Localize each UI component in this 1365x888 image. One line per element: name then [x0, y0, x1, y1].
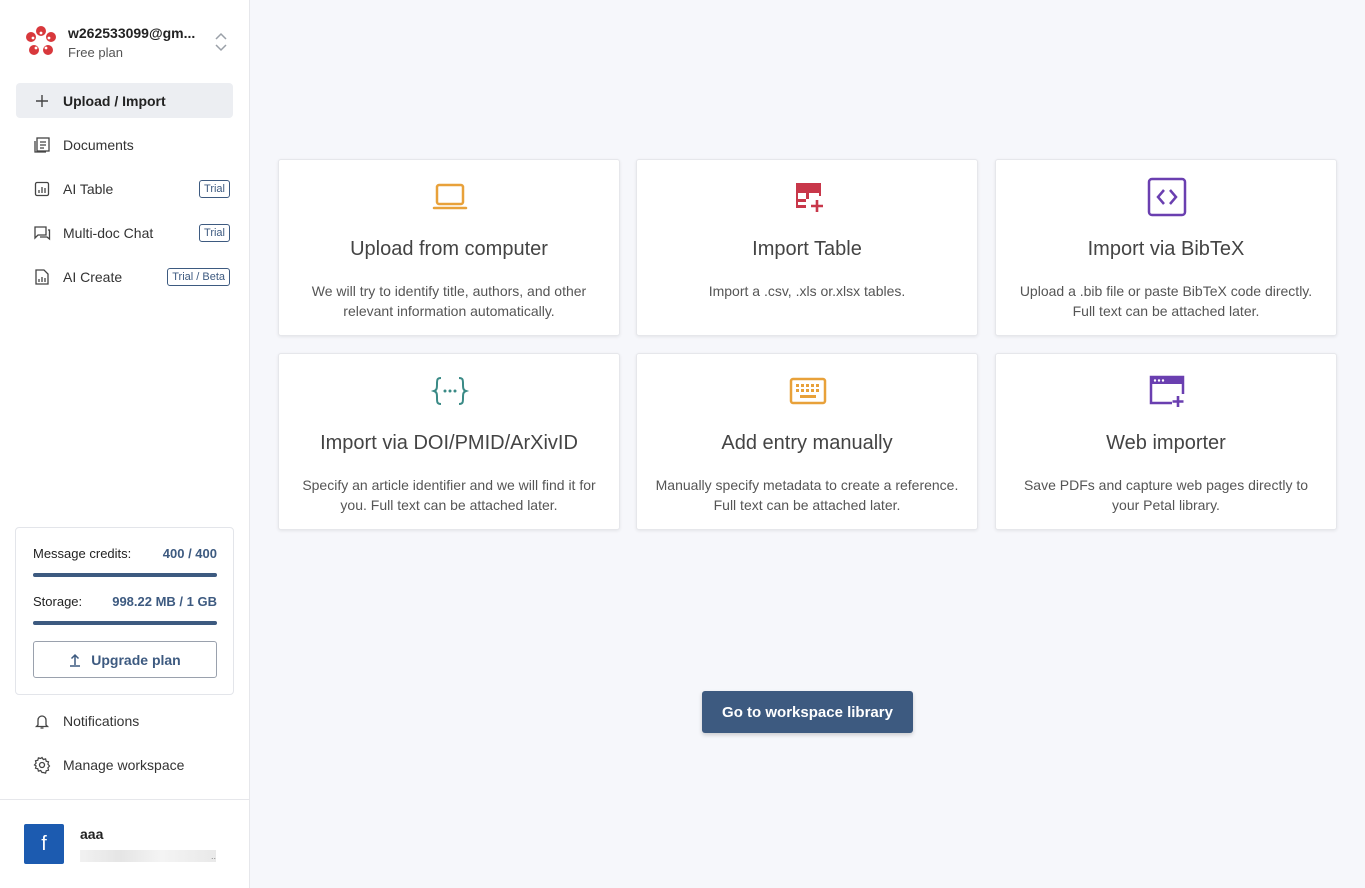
card-description: Specify an article identifier and we wil… — [302, 477, 596, 513]
plus-icon — [36, 94, 48, 107]
nav-multi-doc-chat[interactable]: Multi-doc Chat Trial — [16, 215, 233, 250]
documents-icon — [34, 136, 50, 153]
upgrade-plan-label: Upgrade plan — [91, 651, 181, 668]
user-email-redacted: .. — [80, 850, 216, 862]
card-upload-from-computer[interactable]: Upload from computer We will try to iden… — [278, 159, 620, 336]
credits-progress-fill — [33, 573, 217, 577]
trial-badge: Trial — [199, 179, 230, 198]
chevron-up-down-icon[interactable] — [214, 31, 228, 53]
sidebar-bottom-nav: Notifications Manage workspace — [16, 703, 233, 791]
petal-logo-icon — [26, 26, 56, 55]
keyboard-icon — [789, 377, 827, 405]
storage-progress-fill — [33, 621, 217, 625]
storage-progress-bar — [33, 621, 217, 625]
credits-label: Message credits: — [33, 546, 132, 561]
code-icon — [1147, 177, 1187, 217]
card-description: We will try to identify title, authors, … — [311, 283, 587, 319]
user-profile[interactable]: f aaa .. — [24, 824, 216, 864]
credits-row: Message credits: 400 / 400 — [33, 546, 217, 561]
card-description: Upload a .bib file or paste BibTeX code … — [1019, 283, 1313, 319]
nav-label: Multi-doc Chat — [63, 224, 154, 241]
nav-label: Manage workspace — [63, 756, 185, 773]
upgrade-plan-button[interactable]: Upgrade plan — [33, 641, 217, 678]
storage-value: 998.22 MB / 1 GB — [112, 594, 217, 609]
nav-label: Upload / Import — [63, 92, 166, 109]
nav-documents[interactable]: Documents — [16, 127, 233, 162]
upload-arrow-icon — [70, 653, 81, 667]
nav-label: AI Create — [63, 268, 123, 285]
browser-plus-icon — [1149, 375, 1185, 407]
gear-icon — [33, 756, 51, 774]
sidebar-divider — [0, 799, 249, 800]
card-title: Import via DOI/PMID/ArXivID — [320, 432, 578, 454]
card-import-doi[interactable]: Import via DOI/PMID/ArXivID Specify an a… — [278, 353, 620, 530]
trial-beta-badge: Trial / Beta — [167, 267, 230, 286]
nav-label: Notifications — [63, 712, 140, 729]
credits-progress-bar — [33, 573, 217, 577]
card-title: Web importer — [1106, 432, 1226, 454]
account-email: w262533099@gm... — [68, 24, 196, 41]
avatar: f — [24, 824, 64, 864]
account-switcher[interactable]: w262533099@gm... Free plan — [16, 14, 234, 70]
card-title: Import via BibTeX — [1087, 238, 1245, 260]
storage-label: Storage: — [33, 594, 83, 609]
card-title: Add entry manually — [721, 432, 893, 454]
card-description: Import a .csv, .xls or.xlsx tables. — [708, 283, 906, 299]
table-chart-icon — [34, 181, 50, 196]
doc-chart-icon — [35, 268, 49, 285]
nav-manage-workspace[interactable]: Manage workspace — [16, 747, 233, 782]
laptop-icon — [432, 183, 468, 210]
sidebar-nav: Upload / Import Documents AI Table Trial… — [16, 83, 233, 303]
card-title: Import Table — [752, 238, 862, 260]
credits-value: 400 / 400 — [162, 546, 217, 561]
card-add-entry-manually[interactable]: Add entry manually Manually specify meta… — [636, 353, 978, 530]
nav-ai-table[interactable]: AI Table Trial — [16, 171, 233, 206]
trial-badge: Trial — [199, 223, 230, 242]
nav-notifications[interactable]: Notifications — [16, 703, 233, 738]
card-web-importer[interactable]: Web importer Save PDFs and capture web p… — [995, 353, 1337, 530]
account-plan: Free plan — [68, 44, 123, 60]
card-description: Manually specify metadata to create a re… — [655, 477, 959, 513]
storage-row: Storage: 998.22 MB / 1 GB — [33, 594, 217, 609]
braces-icon — [430, 377, 470, 405]
card-import-table[interactable]: Import Table Import a .csv, .xls or.xlsx… — [636, 159, 978, 336]
nav-ai-create[interactable]: AI Create Trial / Beta — [16, 259, 233, 294]
card-import-bibtex[interactable]: Import via BibTeX Upload a .bib file or … — [995, 159, 1337, 336]
go-to-workspace-library-button[interactable]: Go to workspace library — [702, 691, 913, 733]
nav-label: Documents — [63, 136, 134, 153]
table-plus-icon — [796, 183, 823, 212]
sidebar: w262533099@gm... Free plan Upload / Impo… — [0, 0, 250, 888]
user-name: aaa — [80, 826, 104, 842]
card-title: Upload from computer — [350, 238, 548, 260]
card-description: Save PDFs and capture web pages directly… — [1023, 477, 1309, 513]
nav-upload-import[interactable]: Upload / Import — [16, 83, 233, 118]
nav-label: AI Table — [63, 180, 114, 197]
usage-panel: Message credits: 400 / 400 Storage: 998.… — [15, 527, 234, 695]
chat-icon — [34, 225, 51, 240]
bell-icon — [34, 714, 50, 729]
